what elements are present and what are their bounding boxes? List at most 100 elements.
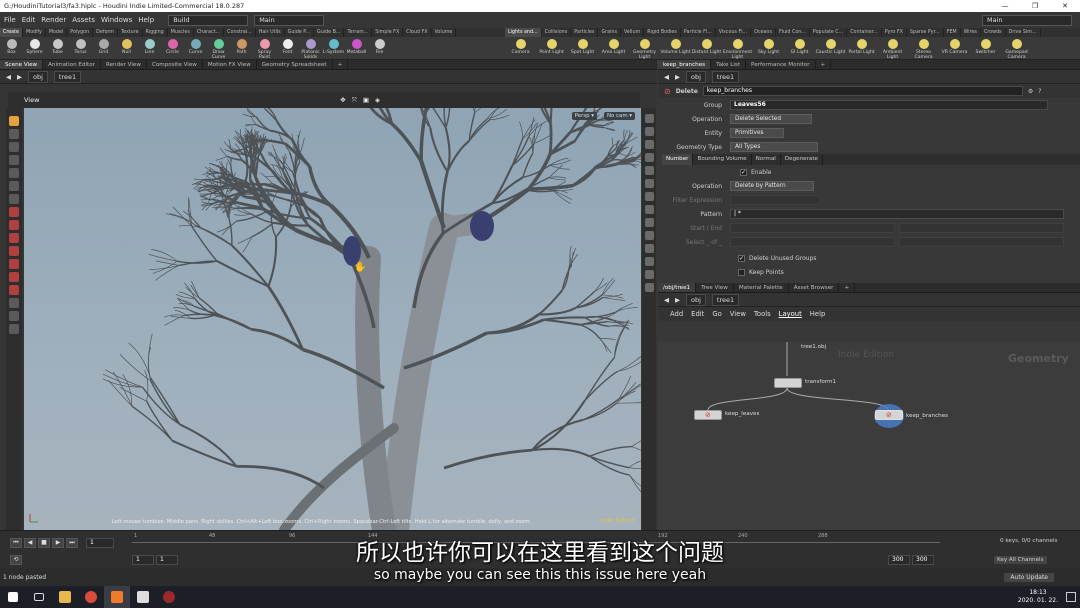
enable-checkbox[interactable]: ✓ (740, 168, 747, 176)
clock[interactable]: 18:13 2020. 01. 22. (1018, 589, 1058, 605)
network-editor[interactable]: Indie Edition Geometry tree1.obj transfo… (658, 342, 1080, 530)
shelf-tab[interactable]: Fluid Con... (776, 28, 810, 37)
tab-material-palette[interactable]: Material Palette (734, 283, 789, 292)
brush-icon[interactable] (9, 285, 19, 295)
shelf-tab[interactable]: Volume (432, 28, 457, 37)
keep-leaves-node[interactable]: ⊘ (694, 410, 722, 420)
tab-tree-view[interactable]: Tree View (696, 283, 734, 292)
magnet-icon[interactable] (9, 259, 19, 269)
net-menu-tools[interactable]: Tools (754, 310, 771, 318)
shelf-tool[interactable]: Box (0, 37, 23, 59)
shelf-tool[interactable]: Ambient Light (877, 37, 908, 59)
shelf-tool[interactable]: Line (138, 37, 161, 59)
shelf-tool[interactable]: Sphere (23, 37, 46, 59)
add-tab-button[interactable]: + (816, 60, 832, 69)
tab-render-view[interactable]: Render View (101, 60, 147, 69)
connectivity-icon[interactable] (9, 298, 19, 308)
vertices-select-icon[interactable] (9, 246, 19, 256)
chrome-button[interactable] (78, 586, 104, 608)
wireframe-icon[interactable]: ◈ (375, 96, 380, 105)
tab-geometry-spreadsheet[interactable]: Geometry Spreadsheet (257, 60, 333, 69)
points-select-icon[interactable] (9, 207, 19, 217)
task-view-button[interactable] (26, 586, 52, 608)
shelf-tool[interactable]: Camera (505, 37, 536, 59)
camera-menu[interactable]: No cam ▾ (604, 112, 635, 120)
transform-node[interactable] (774, 378, 802, 388)
net-menu-view[interactable]: View (730, 310, 746, 318)
shelf-tool[interactable]: GI Light (784, 37, 815, 59)
normals-icon[interactable] (644, 192, 654, 201)
shelf-tab[interactable]: Vellum (621, 28, 645, 37)
snap-icon[interactable]: ✥ (340, 96, 345, 105)
app-button[interactable] (156, 586, 182, 608)
display-icon[interactable]: ▣ (363, 96, 369, 105)
group-field[interactable]: Leaves56 (730, 100, 1048, 110)
shelf-tool[interactable]: File (368, 37, 391, 59)
shelf-tool[interactable]: Spot Light (567, 37, 598, 59)
tab-animation-editor[interactable]: Animation Editor (43, 60, 101, 69)
group-icon[interactable] (9, 311, 19, 321)
back-icon[interactable]: ◀ (664, 73, 669, 81)
desktop-selector[interactable]: Main (254, 14, 325, 26)
shelf-tab[interactable]: Cloud FX (403, 28, 432, 37)
operation-dropdown[interactable]: Delete Selected (730, 114, 812, 124)
shelf-tab[interactable]: Particle Fl... (681, 28, 716, 37)
menu-help[interactable]: Help (138, 16, 154, 24)
shelf-tool[interactable]: Distant Light (691, 37, 722, 59)
shelf-tool[interactable]: Grid (92, 37, 115, 59)
shelf-tab[interactable]: FEM (944, 28, 961, 37)
shelf-tab[interactable]: Model (46, 28, 68, 37)
wireframe-shaded-icon[interactable] (644, 140, 654, 149)
move-tool-icon[interactable] (9, 129, 19, 139)
shelf-tab[interactable]: Charact... (194, 28, 225, 37)
handle-tool-icon[interactable] (9, 168, 19, 178)
points-display-icon[interactable] (644, 205, 654, 214)
subtab-bounding-volume[interactable]: Bounding Volume (693, 154, 752, 165)
subtab-degenerate[interactable]: Degenerate (781, 154, 823, 165)
forward-icon[interactable]: ▶ (675, 296, 680, 304)
menu-edit[interactable]: Edit (22, 16, 36, 24)
primitives-select-icon[interactable] (9, 233, 19, 243)
shelf-tool[interactable]: Gamepad Camera (1001, 37, 1032, 59)
shelf-tab[interactable]: Drive Sim... (1006, 28, 1041, 37)
edges-select-icon[interactable] (9, 220, 19, 230)
tab-composite-view[interactable]: Composite View (147, 60, 203, 69)
net-menu-edit[interactable]: Edit (691, 310, 704, 318)
scale-tool-icon[interactable] (9, 155, 19, 165)
minimize-button[interactable]: — (990, 0, 1020, 12)
shelf-tab[interactable]: Viscous Fl... (716, 28, 752, 37)
shelf-tab[interactable]: Lights and... (505, 28, 542, 37)
shelf-tool[interactable]: Metaball (345, 37, 368, 59)
entity-dropdown[interactable]: Primitives (730, 128, 784, 138)
node-name-field[interactable]: keep_branches (702, 86, 1023, 96)
shelf-tab[interactable]: Simple FX (372, 28, 404, 37)
explorer-button[interactable] (52, 586, 78, 608)
lasso-icon[interactable] (9, 272, 19, 282)
of-field[interactable] (899, 237, 1064, 247)
shelf-tool[interactable]: Volume Light (660, 37, 691, 59)
shelf-tab[interactable]: Rigid Bodies (644, 28, 681, 37)
shelf-tool[interactable]: VR Camera (939, 37, 970, 59)
pose-tool-icon[interactable] (9, 181, 19, 191)
shelf-tool[interactable]: Platonic Solids (299, 37, 322, 59)
3d-viewport[interactable]: ✋ Persp ▾ No cam ▾ Left mouse tumbles. M… (24, 108, 641, 530)
notification-icon[interactable] (1066, 592, 1076, 602)
prim-numbers-icon[interactable] (644, 231, 654, 240)
shelf-tool[interactable]: Portal Light (846, 37, 877, 59)
shelf-tool[interactable]: Switcher (970, 37, 1001, 59)
shelf-tab[interactable]: Guide B... (314, 28, 345, 37)
select-field[interactable] (730, 237, 895, 247)
shelf-tool[interactable]: L-System (322, 37, 345, 59)
filter-field[interactable] (730, 195, 820, 205)
start-field[interactable] (730, 223, 895, 233)
shelf-tab[interactable]: Crowds (981, 28, 1006, 37)
camera-icon[interactable] (644, 244, 654, 253)
tab-motion-fx-view[interactable]: Motion FX View (203, 60, 257, 69)
home-icon[interactable] (644, 270, 654, 279)
back-icon[interactable]: ◀ (6, 73, 11, 81)
end-field[interactable] (899, 223, 1064, 233)
desktop-selector-right[interactable]: Main (982, 14, 1072, 26)
back-icon[interactable]: ◀ (664, 296, 669, 304)
start-button[interactable] (0, 586, 26, 608)
keep-points-checkbox[interactable] (738, 268, 745, 276)
